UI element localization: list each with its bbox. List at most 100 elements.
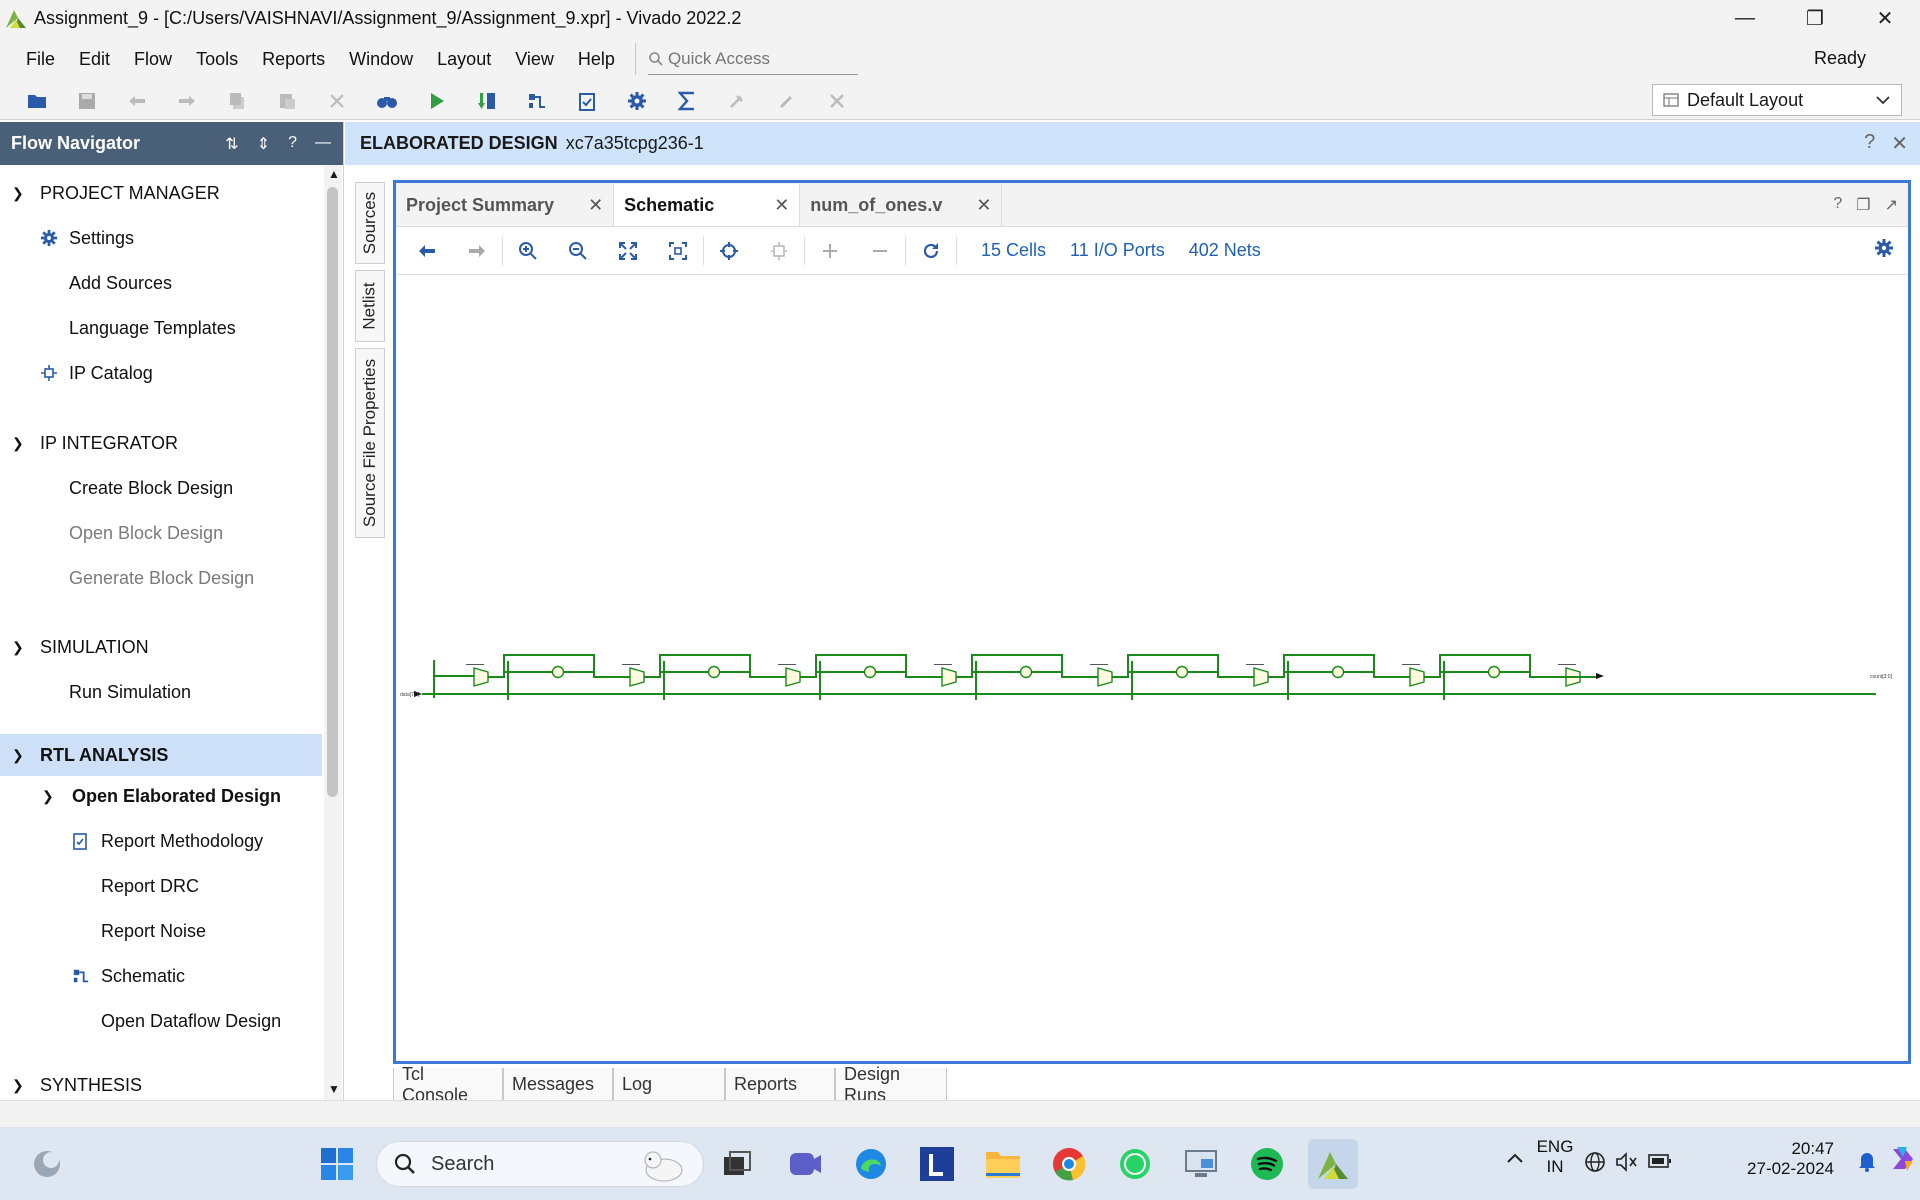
help-icon[interactable]: ?: [288, 134, 297, 154]
menu-tools[interactable]: Tools: [184, 49, 250, 70]
close-icon[interactable]: ✕: [1891, 131, 1908, 156]
adder-cell[interactable]: [1253, 667, 1269, 687]
adder-cell[interactable]: [1409, 667, 1425, 687]
flow-navigator-scrollbar[interactable]: ▲ ▼: [324, 165, 342, 1100]
nav-generate-block-design[interactable]: Generate Block Design: [0, 558, 322, 598]
run-icon[interactable]: [412, 84, 462, 118]
register-cell[interactable]: [1175, 665, 1189, 679]
register-cell[interactable]: [1331, 665, 1345, 679]
undo-icon[interactable]: [112, 84, 162, 118]
tab-schematic[interactable]: Schematic ✕: [614, 184, 801, 226]
scroll-up-icon[interactable]: ▲: [328, 167, 340, 181]
section-project-manager[interactable]: ❯ PROJECT MANAGER: [0, 173, 322, 213]
register-cell[interactable]: [1487, 665, 1501, 679]
menu-view[interactable]: View: [503, 49, 566, 70]
nav-open-elaborated-design[interactable]: ❯ Open Elaborated Design: [0, 776, 322, 816]
adder-cell[interactable]: [473, 667, 489, 687]
output-port[interactable]: [1596, 673, 1604, 679]
chrome-icon[interactable]: [1044, 1139, 1094, 1189]
quick-access[interactable]: [647, 43, 858, 75]
side-tab-source-file-properties[interactable]: Source File Properties: [355, 348, 385, 538]
cell-label[interactable]: [1246, 664, 1264, 665]
delete-icon[interactable]: [312, 84, 362, 118]
scroll-down-icon[interactable]: ▼: [328, 1082, 340, 1096]
nav-language-templates[interactable]: Language Templates: [0, 308, 322, 348]
nav-add-sources[interactable]: Add Sources: [0, 263, 322, 303]
help-icon[interactable]: ?: [1833, 195, 1842, 215]
remote-desktop-icon[interactable]: [1176, 1139, 1226, 1189]
minimize-panel-icon[interactable]: —: [315, 134, 331, 154]
cell-label[interactable]: [1090, 664, 1108, 665]
redo-icon[interactable]: [162, 84, 212, 118]
open-project-icon[interactable]: [12, 84, 62, 118]
lasso-app-icon[interactable]: [912, 1139, 962, 1189]
menu-flow[interactable]: Flow: [122, 49, 184, 70]
reload-icon[interactable]: [906, 231, 956, 271]
quick-access-input[interactable]: [667, 48, 848, 69]
cell-label[interactable]: [622, 664, 640, 665]
collapse-icon[interactable]: [855, 231, 905, 271]
zoom-out-icon[interactable]: [553, 231, 603, 271]
program-device-icon[interactable]: [462, 84, 512, 118]
zoom-fit-icon[interactable]: [603, 231, 653, 271]
edge-icon[interactable]: [846, 1139, 896, 1189]
paste-icon[interactable]: [262, 84, 312, 118]
menu-file[interactable]: File: [0, 49, 67, 70]
nav-report-drc[interactable]: Report DRC: [0, 866, 322, 906]
cell-label[interactable]: [778, 664, 796, 665]
cells-count-link[interactable]: 15 Cells: [981, 240, 1046, 261]
expand-icon[interactable]: [805, 231, 855, 271]
notification-bell-icon[interactable]: [1854, 1149, 1880, 1178]
register-cell[interactable]: [707, 665, 721, 679]
nav-run-simulation[interactable]: Run Simulation: [0, 672, 322, 712]
nav-report-methodology[interactable]: Report Methodology: [0, 821, 322, 861]
register-cell[interactable]: [863, 665, 877, 679]
register-cell[interactable]: [551, 665, 565, 679]
close-tab-icon[interactable]: ✕: [976, 195, 991, 216]
side-tab-netlist[interactable]: Netlist: [355, 270, 385, 342]
menu-layout[interactable]: Layout: [425, 49, 503, 70]
close-tab-icon[interactable]: ✕: [588, 195, 603, 216]
nav-schematic[interactable]: Schematic: [0, 956, 322, 996]
nets-count-link[interactable]: 402 Nets: [1189, 240, 1261, 261]
close-tab-icon[interactable]: ✕: [774, 195, 789, 216]
nav-report-noise[interactable]: Report Noise: [0, 911, 322, 951]
gear-icon[interactable]: [1874, 238, 1894, 263]
section-rtl-analysis[interactable]: ❯ RTL ANALYSIS: [0, 734, 322, 776]
teams-icon[interactable]: [780, 1139, 830, 1189]
select-target-icon[interactable]: [704, 231, 754, 271]
back-icon[interactable]: [402, 231, 452, 271]
tab-log[interactable]: Log: [613, 1068, 725, 1102]
settings-icon[interactable]: [612, 84, 662, 118]
whatsapp-icon[interactable]: [1110, 1139, 1160, 1189]
register-cell[interactable]: [1019, 665, 1033, 679]
tab-tcl-console[interactable]: Tcl Console: [393, 1064, 503, 1105]
adder-cell[interactable]: [629, 667, 645, 687]
adder-cell[interactable]: [941, 667, 957, 687]
close-window-button[interactable]: ✕: [1850, 0, 1920, 36]
scroll-thumb[interactable]: [327, 187, 338, 797]
zoom-area-icon[interactable]: [653, 231, 703, 271]
nav-settings[interactable]: Settings: [0, 218, 322, 258]
menu-help[interactable]: Help: [566, 49, 627, 70]
find-icon[interactable]: [362, 84, 412, 118]
tab-design-runs[interactable]: Design Runs: [835, 1064, 947, 1105]
section-simulation[interactable]: ❯ SIMULATION: [0, 627, 322, 667]
unmark-debug-icon[interactable]: [812, 84, 862, 118]
section-synthesis[interactable]: ❯ SYNTHESIS: [0, 1065, 322, 1100]
tab-reports[interactable]: Reports: [725, 1068, 835, 1102]
clock[interactable]: 20:47 27-02-2024: [1734, 1139, 1834, 1179]
nav-open-block-design[interactable]: Open Block Design: [0, 513, 322, 553]
debug-icon[interactable]: [712, 84, 762, 118]
mark-debug-icon[interactable]: [762, 84, 812, 118]
sigma-icon[interactable]: [662, 84, 712, 118]
menu-window[interactable]: Window: [337, 49, 425, 70]
forward-icon[interactable]: [452, 231, 502, 271]
cell-label[interactable]: [1558, 664, 1576, 665]
zoom-in-icon[interactable]: [503, 231, 553, 271]
task-view-icon[interactable]: [712, 1139, 762, 1189]
regenerate-icon[interactable]: [754, 231, 804, 271]
schematic-tool-icon[interactable]: [512, 84, 562, 118]
collapse-all-icon[interactable]: ⇅: [225, 134, 238, 154]
cell-label[interactable]: [934, 664, 952, 665]
